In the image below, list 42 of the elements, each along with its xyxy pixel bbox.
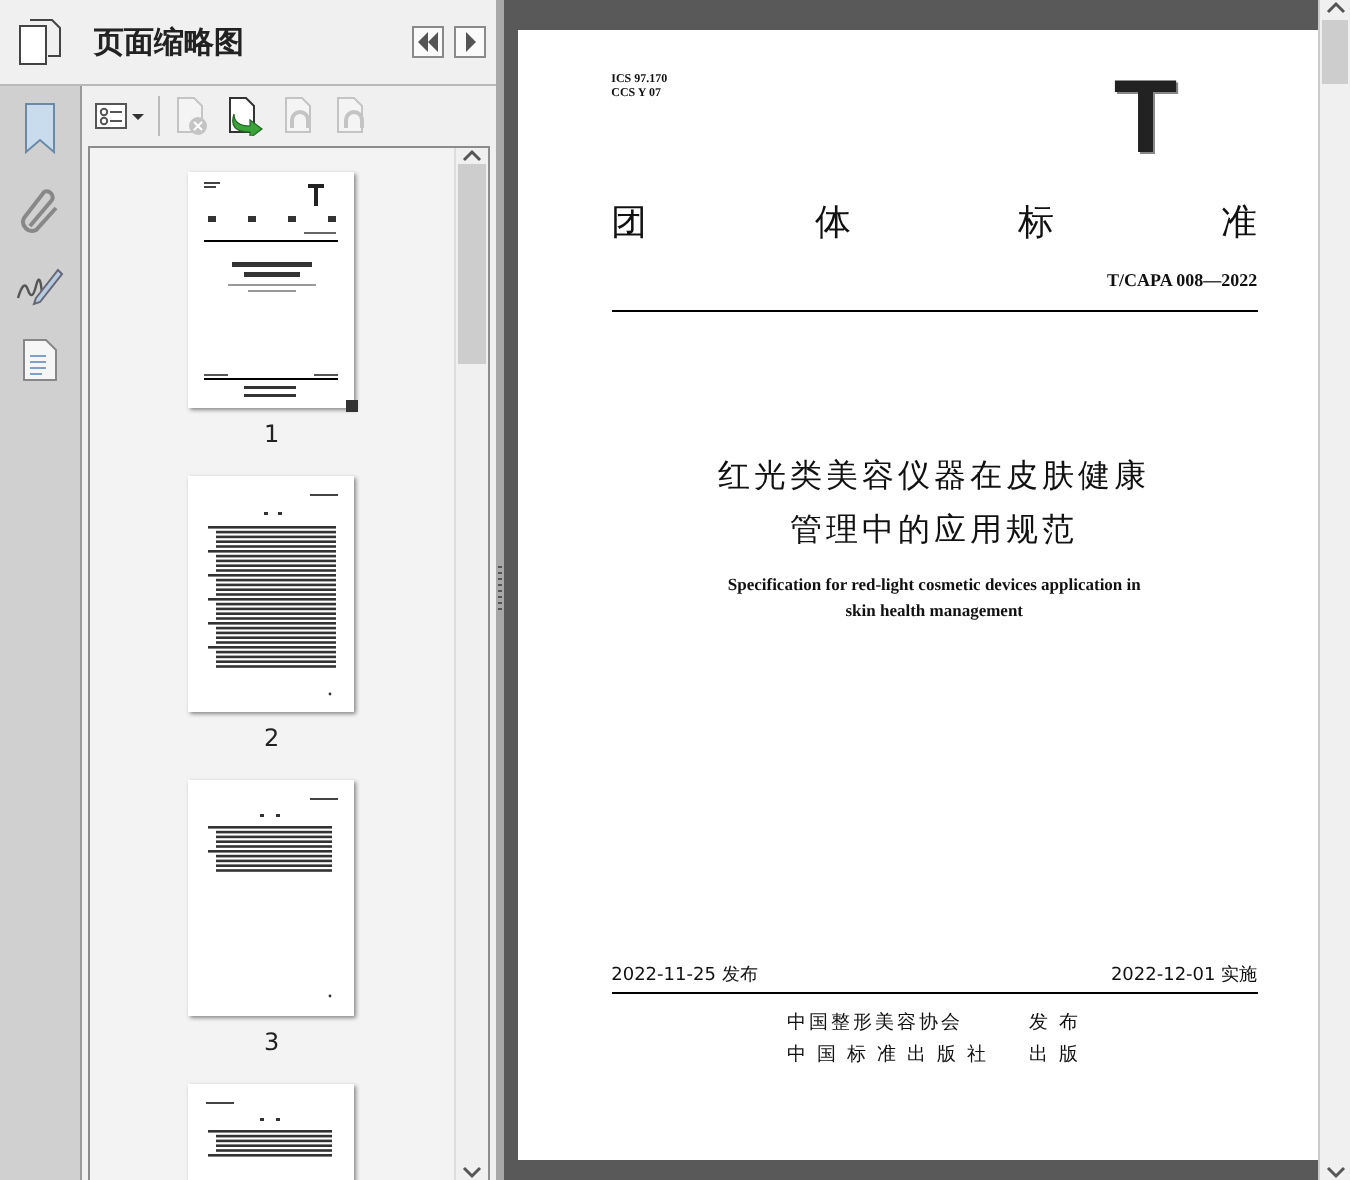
page-list-icon[interactable] xyxy=(22,338,58,382)
publisher-name: 中国整形美容协会 xyxy=(787,1010,966,1036)
page-number: 2 xyxy=(263,724,280,752)
double-left-arrow-icon xyxy=(415,32,440,52)
english-title: Specification for red-light cosmetic devices application in xyxy=(727,572,1141,598)
page-insert-icon xyxy=(224,96,268,136)
publisher-role: 出 版 xyxy=(1029,1042,1082,1068)
issue-date: 2022-11-25 发布 xyxy=(611,963,758,988)
page-number: 3 xyxy=(263,1028,280,1056)
collapse-panel-button[interactable] xyxy=(411,26,444,58)
english-title: skin health management xyxy=(845,598,1024,624)
next-button[interactable] xyxy=(453,26,486,58)
scrollbar-thumb[interactable] xyxy=(1322,20,1349,84)
standard-number: T/CAPA 008—2022 xyxy=(1107,270,1258,290)
scroll-down-icon[interactable] xyxy=(461,1164,482,1180)
document-title: 红光类美容仪器在皮肤健康 xyxy=(718,454,1151,498)
splitter-grip[interactable] xyxy=(497,566,502,614)
page-thumbnail[interactable] xyxy=(188,476,355,712)
standard-type: 团体标准 xyxy=(611,200,1258,246)
publisher-name: 中 国 标 准 出 版 社 xyxy=(787,1042,990,1068)
view-resize-handle[interactable] xyxy=(346,400,359,412)
standard-logo: T xyxy=(1113,74,1178,162)
scroll-up-icon[interactable] xyxy=(461,148,482,164)
scroll-down-icon[interactable] xyxy=(1325,1164,1346,1180)
page-thumbnail[interactable] xyxy=(188,172,355,408)
scroll-up-icon[interactable] xyxy=(1325,0,1346,16)
publisher-role: 发 布 xyxy=(1029,1010,1082,1036)
toolbar-button[interactable] xyxy=(94,102,146,130)
signature-pen-icon[interactable] xyxy=(16,266,64,306)
right-arrow-icon xyxy=(461,32,478,52)
paperclip-icon[interactable] xyxy=(18,186,62,234)
page-thumbnail[interactable] xyxy=(188,780,355,1016)
scrollbar-thumb[interactable] xyxy=(457,164,486,364)
effective-date: 2022-12-01 实施 xyxy=(1110,963,1258,988)
toolbar-button[interactable] xyxy=(224,96,268,136)
panel-title: 页面缩略图 xyxy=(94,23,246,61)
page-number: 1 xyxy=(263,420,280,448)
document-title: 管理中的应用规范 xyxy=(790,508,1079,552)
bookmark-icon[interactable] xyxy=(22,102,58,154)
list-options-icon xyxy=(94,102,146,130)
pages-icon[interactable] xyxy=(18,18,62,66)
page-delete-icon xyxy=(172,96,212,136)
